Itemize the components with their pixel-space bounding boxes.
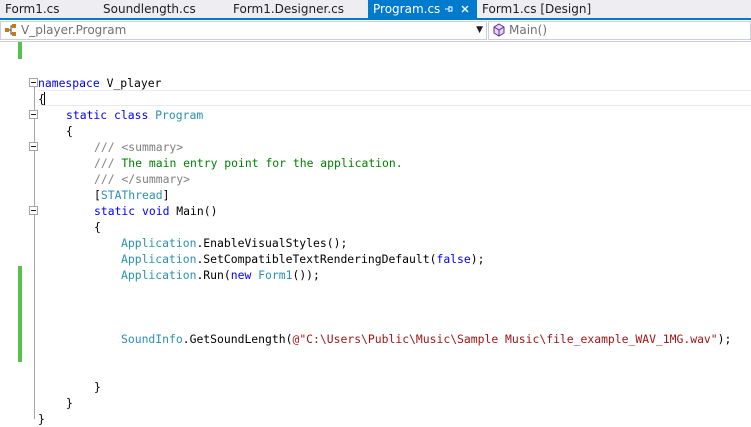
navigation-bar: V_player.Program ▼ Main() [0, 20, 751, 42]
type-name: Application [121, 268, 197, 282]
method-name: Main() [169, 204, 218, 218]
comment-text: The main entry point for the application… [114, 156, 403, 170]
collapse-namespace-toggle[interactable] [29, 78, 38, 87]
keyword: namespace [38, 76, 100, 90]
code-line: Application.Run(new Form1()); [121, 267, 320, 283]
code-line: SoundInfo.GetSoundLength(@"C:\Users\Publ… [121, 331, 731, 347]
punctuation: ()); [292, 268, 320, 282]
class-icon [4, 23, 18, 37]
code-line: [STAThread] [94, 187, 169, 203]
collapse-method-toggle[interactable] [29, 206, 38, 215]
xml-doc-comment: /// </summary> [94, 172, 191, 186]
type-selector-dropdown[interactable]: V_player.Program ▼ [0, 21, 487, 40]
tab-label: Program.cs [373, 2, 441, 16]
change-marker [18, 266, 22, 362]
code-line: namespace V_player [38, 75, 161, 91]
keyword: void [142, 204, 170, 218]
tab-label: Form1.cs [5, 2, 60, 16]
type-name: Form1 [258, 268, 293, 282]
code-line: /// </summary> [94, 171, 190, 187]
code-editor[interactable]: namespace V_player { static class Progra… [0, 42, 751, 426]
method-icon [492, 23, 506, 37]
code-line: static class Program [66, 107, 203, 123]
punctuation: ); [717, 332, 732, 346]
keyword: static [94, 204, 136, 218]
code-line: /// The main entry point for the applica… [94, 155, 403, 171]
keyword: new [230, 268, 252, 282]
close-icon[interactable] [460, 0, 470, 18]
collapse-class-toggle[interactable] [29, 110, 38, 119]
pin-icon[interactable] [444, 0, 454, 18]
member-call: .SetCompatibleTextRenderingDefault( [196, 252, 437, 266]
code-line: /// <summary> [94, 139, 183, 155]
tab-label: Form1.Designer.cs [233, 2, 344, 16]
code-line: Application.SetCompatibleTextRenderingDe… [121, 251, 484, 267]
xml-doc-comment: /// <summary> [94, 140, 184, 154]
tab-form1-designer-cs[interactable]: Form1.Designer.cs [228, 0, 368, 18]
tab-soundlength-cs[interactable]: Soundlength.cs [98, 0, 228, 18]
keyword: false [436, 252, 471, 266]
collapse-comment-toggle[interactable] [29, 142, 38, 151]
type-name: Program [155, 108, 204, 122]
type-selector-value: V_player.Program [21, 23, 127, 37]
type-name: Application [121, 236, 197, 250]
code-line: { [66, 124, 73, 138]
member-call: .Run( [196, 268, 231, 282]
member-selector-dropdown[interactable]: Main() [488, 21, 751, 40]
current-line-highlight [38, 90, 751, 106]
tab-label: Soundlength.cs [103, 2, 196, 16]
keyword: static [66, 108, 108, 122]
text-caret [44, 92, 45, 105]
outline-guide [34, 114, 35, 411]
code-line: static void Main() [94, 203, 217, 219]
document-tab-strip: Form1.cs Soundlength.cs Form1.Designer.c… [0, 0, 751, 20]
attribute-name: STAThread [100, 188, 163, 202]
tab-form1-cs-design[interactable]: Form1.cs [Design] [477, 0, 607, 18]
tab-form1-cs[interactable]: Form1.cs [0, 0, 98, 18]
tab-label: Form1.cs [Design] [482, 2, 592, 16]
bracket: [ [94, 188, 101, 202]
code-line: Application.EnableVisualStyles(); [121, 235, 347, 251]
change-marker [18, 42, 22, 59]
xml-doc-prefix: /// [94, 156, 115, 170]
code-line: } [94, 380, 101, 394]
keyword: class [114, 108, 149, 122]
identifier: V_player [99, 76, 162, 90]
string-literal: @"C:\Users\Public\Music\Sample Music\fil… [292, 332, 718, 346]
member-call: .GetSoundLength( [182, 332, 293, 346]
type-name: Application [121, 252, 197, 266]
bracket: ] [162, 188, 170, 202]
code-line: { [94, 220, 101, 234]
tab-program-cs[interactable]: Program.cs [368, 0, 477, 18]
type-name: SoundInfo [121, 332, 183, 346]
member-call: .EnableVisualStyles(); [196, 236, 348, 250]
code-line: } [66, 396, 73, 410]
member-selector-value: Main() [509, 23, 548, 37]
chevron-down-icon: ▼ [476, 25, 483, 35]
punctuation: ); [470, 252, 485, 266]
code-line: } [38, 412, 45, 426]
